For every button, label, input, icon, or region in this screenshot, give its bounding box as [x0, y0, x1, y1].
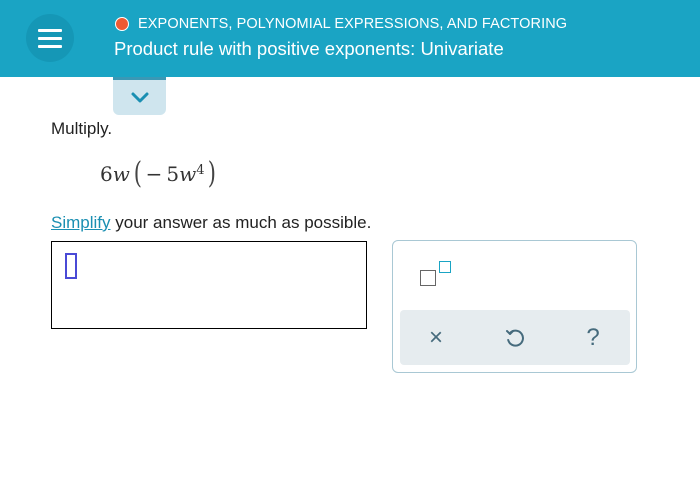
menu-line — [38, 36, 62, 40]
answer-input[interactable] — [51, 241, 367, 329]
expand-toggle-button[interactable] — [113, 77, 166, 115]
math-expression: 6w ( − 5w4 ) — [100, 156, 220, 192]
variable: w — [112, 162, 130, 186]
menu-line — [38, 44, 62, 48]
close-icon: × — [428, 324, 443, 351]
math-tool-panel: × ? — [392, 240, 637, 373]
undo-icon — [506, 329, 524, 347]
coefficient: − 5 — [145, 162, 180, 186]
template-power-box — [439, 261, 451, 273]
header-bar: EXPONENTS, POLYNOMIAL EXPRESSIONS, AND F… — [0, 0, 700, 77]
undo-button[interactable] — [500, 323, 530, 353]
clear-button[interactable]: × — [421, 323, 451, 353]
hamburger-menu-icon[interactable] — [26, 14, 74, 62]
chevron-down-icon — [131, 92, 148, 102]
coefficient: 6 — [100, 162, 113, 186]
simplify-link[interactable]: Simplify — [51, 213, 111, 232]
status-dot-icon — [115, 17, 129, 31]
topic-label: EXPONENTS, POLYNOMIAL EXPRESSIONS, AND F… — [138, 16, 568, 32]
exponent-template-icon[interactable] — [420, 261, 452, 289]
topic-row: EXPONENTS, POLYNOMIAL EXPRESSIONS, AND F… — [115, 15, 567, 33]
close-paren: ) — [208, 156, 217, 191]
exponent: 4 — [196, 162, 205, 178]
variable: w — [179, 162, 197, 186]
input-cursor-placeholder — [65, 253, 77, 279]
help-button[interactable]: ? — [578, 323, 608, 353]
menu-line — [38, 28, 62, 32]
simplify-text: your answer as much as possible. — [110, 213, 372, 232]
open-paren: ( — [133, 156, 142, 191]
instruction-text: Multiply. — [51, 119, 113, 138]
simplify-instruction: Simplify your answer as much as possible… — [51, 213, 371, 233]
tool-action-bar: × ? — [400, 310, 630, 365]
page-title: Product rule with positive exponents: Un… — [114, 38, 504, 59]
help-icon: ? — [586, 324, 600, 351]
template-base-box — [420, 270, 436, 286]
